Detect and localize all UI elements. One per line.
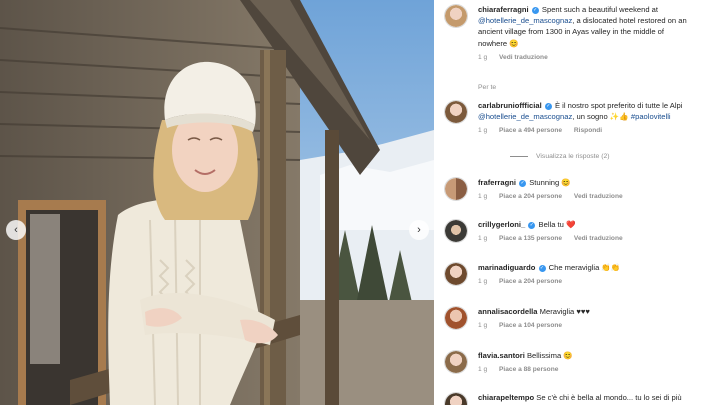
- comment-username[interactable]: carlabrunioffficial: [478, 101, 542, 110]
- caption-time: 1 g: [478, 53, 488, 61]
- avatar[interactable]: [444, 177, 468, 201]
- chevron-left-icon[interactable]: ‹: [6, 220, 26, 240]
- comment-text: Bellissima 😊: [526, 351, 573, 360]
- see-translation-link[interactable]: Vedi traduzione: [574, 193, 623, 200]
- comment-time: 1 g: [478, 127, 488, 135]
- caption-line-1: Spent such a beautiful weekend at: [541, 5, 659, 14]
- comments-panel: chiaraferragni ✓ Spent such a beautiful …: [434, 0, 728, 405]
- avatar[interactable]: [444, 350, 468, 374]
- avatar[interactable]: [444, 306, 468, 330]
- verified-badge-icon: ✓: [531, 6, 539, 14]
- comment-hashtag[interactable]: #paolovitelli: [631, 112, 671, 121]
- caption-line-2: , a dislocated hotel restored on an: [572, 16, 687, 26]
- avatar[interactable]: [444, 262, 468, 286]
- comment-text: È il nostro spot preferito di tutte le A…: [554, 101, 683, 110]
- avatar[interactable]: [444, 100, 468, 124]
- comment-text: Che meraviglia 👏👏: [548, 263, 621, 272]
- comment-time: 1 g: [478, 278, 488, 286]
- comment-time: 1 g: [478, 366, 488, 374]
- photo-scene: [0, 0, 434, 405]
- comment-username[interactable]: chiarapeltempo: [478, 393, 534, 402]
- reply-button[interactable]: Rispondi: [574, 127, 602, 134]
- section-label: Per te: [478, 84, 497, 91]
- comment-mention[interactable]: @hotellerie_de_mascognaz: [478, 112, 572, 121]
- see-translation-link[interactable]: Vedi traduzione: [574, 235, 623, 242]
- verified-badge-icon: ✓: [528, 221, 536, 229]
- comment-likes[interactable]: Piace a 204 persone: [499, 278, 562, 285]
- see-translation-link[interactable]: Vedi traduzione: [499, 54, 548, 61]
- comment-likes[interactable]: Piace a 135 persone: [499, 235, 562, 242]
- comment-text: Stunning 😊: [529, 178, 571, 187]
- view-replies-label[interactable]: Visualizza le risposte (2): [536, 153, 610, 160]
- post-photo: ‹ ›: [0, 0, 434, 405]
- caption-username[interactable]: chiaraferragni: [478, 5, 529, 14]
- comment-username[interactable]: crillygerloni_: [478, 220, 525, 229]
- comment-likes[interactable]: Piace a 204 persone: [499, 193, 562, 200]
- comment-text: Meraviglia ♥♥♥: [539, 307, 590, 316]
- chevron-right-icon[interactable]: ›: [409, 220, 429, 240]
- view-replies-link[interactable]: Visualizza le risposte (2): [510, 153, 610, 160]
- avatar[interactable]: [444, 392, 468, 405]
- caption-line-3: ancient village from 1300 in Ayas valley…: [478, 27, 665, 37]
- comment-username[interactable]: fraferragni: [478, 178, 516, 187]
- caption-line-4: nowhere 😊: [478, 38, 519, 48]
- divider: [510, 155, 528, 157]
- comment-text: Bella tu ❤️: [538, 220, 576, 229]
- comment-time: 1 g: [478, 322, 488, 330]
- avatar[interactable]: [444, 219, 468, 243]
- comment-username[interactable]: marinadiguardo: [478, 263, 535, 272]
- caption-mention[interactable]: @hotellerie_de_mascognaz: [478, 16, 572, 25]
- verified-badge-icon: ✓: [519, 179, 527, 187]
- avatar[interactable]: [444, 4, 468, 28]
- verified-badge-icon: ✓: [544, 102, 552, 110]
- comment-likes[interactable]: Piace a 88 persone: [499, 366, 558, 373]
- comment-likes[interactable]: Piace a 104 persone: [499, 322, 562, 329]
- comment-text: Se c'è chi è bella al mondo... tu lo sei…: [536, 393, 682, 402]
- comment-time: 1 g: [478, 235, 488, 243]
- comment-time: 1 g: [478, 193, 488, 201]
- comment-text-cont: , un sogno ✨👍: [572, 112, 629, 122]
- comment-likes[interactable]: Piace a 494 persone: [499, 127, 562, 134]
- comment-username[interactable]: annalisacordella: [478, 307, 538, 316]
- verified-badge-icon: ✓: [538, 264, 546, 272]
- comment-username[interactable]: flavia.santori: [478, 351, 525, 360]
